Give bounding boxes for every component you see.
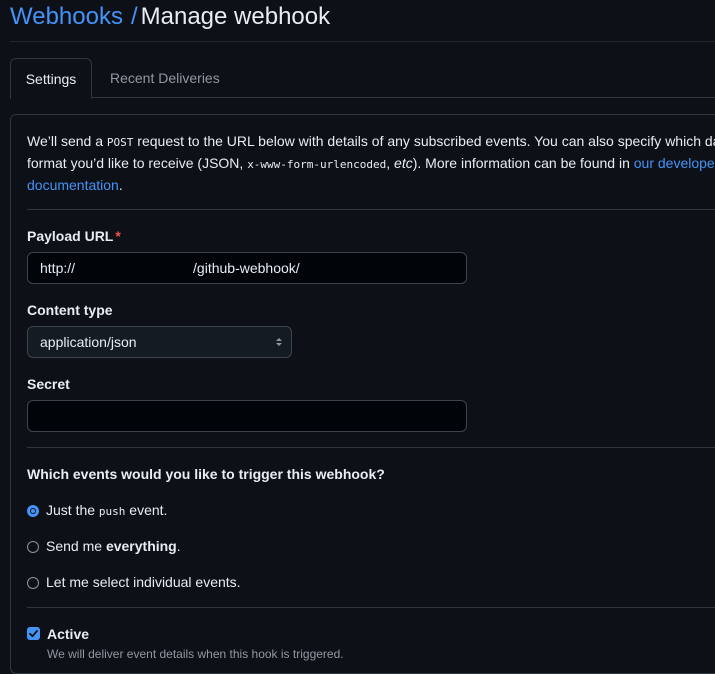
radio-unchecked-icon[interactable] [27, 577, 39, 589]
redacted-host [75, 263, 194, 276]
events-question: Which events would you like to trigger t… [27, 466, 385, 482]
radio-label-bold: everything [105, 538, 177, 554]
radio-label: Send me [46, 538, 106, 554]
select-arrows-icon [276, 338, 282, 346]
breadcrumb-webhooks-link[interactable]: Webhooks [10, 3, 123, 30]
payload-url-input[interactable]: http:// /github-webhook/ [27, 252, 467, 284]
checkmark-icon [29, 630, 38, 638]
tab-recent-deliveries[interactable]: Recent Deliveries [110, 58, 220, 98]
radio-push-event[interactable]: Just the push event. [27, 500, 167, 520]
active-checkbox[interactable] [27, 627, 40, 640]
section-divider [27, 447, 715, 448]
content-type-value: application/json [40, 334, 137, 350]
push-code: push [98, 505, 126, 518]
intro-code-urlencoded: x-www-form-urlencoded [247, 158, 387, 171]
payload-url-label: Payload URL * [27, 228, 121, 244]
webhook-settings-panel: We’ll send a POST request to the URL bel… [10, 114, 715, 674]
radio-everything[interactable]: Send me everything. [27, 536, 181, 556]
intro-text-part: We’ll send a [27, 133, 107, 149]
radio-label: . [176, 538, 181, 554]
intro-text-part: ). More information can be found in [412, 155, 634, 171]
tabs-divider [10, 97, 715, 98]
active-label: Active [47, 626, 90, 642]
radio-unchecked-icon[interactable] [27, 541, 39, 553]
breadcrumb-separator: / [130, 3, 138, 30]
developer-docs-link[interactable]: our developer [634, 155, 715, 171]
intro-text-part: . [118, 177, 123, 193]
content-type-select[interactable]: application/json [27, 326, 292, 358]
required-mark: * [115, 228, 121, 244]
header-divider [10, 41, 715, 42]
intro-text-part: request to the URL below with details of… [133, 133, 715, 149]
intro-etc: etc [394, 155, 413, 171]
payload-url-suffix: /github-webhook/ [193, 260, 300, 276]
page-title: Webhooks / Manage webhook [10, 2, 330, 32]
tab-settings[interactable]: Settings [10, 58, 92, 99]
secret-input[interactable] [27, 400, 467, 432]
section-divider [27, 607, 715, 608]
breadcrumb-current: Manage webhook [140, 3, 331, 30]
intro-code-post: POST [106, 136, 134, 149]
radio-checked-icon[interactable] [27, 505, 39, 517]
documentation-link[interactable]: documentation [27, 177, 119, 193]
intro-text: We’ll send a POST request to the URL bel… [27, 131, 715, 196]
tab-bar: Settings Recent Deliveries [10, 58, 715, 99]
secret-label: Secret [27, 376, 70, 392]
payload-url-prefix: http:// [40, 260, 76, 276]
radio-label: event. [125, 502, 168, 518]
radio-label: Just the [46, 502, 99, 518]
radio-label: Let me select individual events. [46, 574, 241, 590]
intro-text-part: , [386, 155, 395, 171]
radio-individual-events[interactable]: Let me select individual events. [27, 572, 241, 592]
section-divider [27, 209, 715, 210]
active-description: We will deliver event details when this … [47, 647, 344, 661]
payload-url-label-text: Payload URL [27, 228, 114, 244]
intro-text-part: format you’d like to receive (JSON, [27, 155, 248, 171]
content-type-label: Content type [27, 302, 113, 318]
